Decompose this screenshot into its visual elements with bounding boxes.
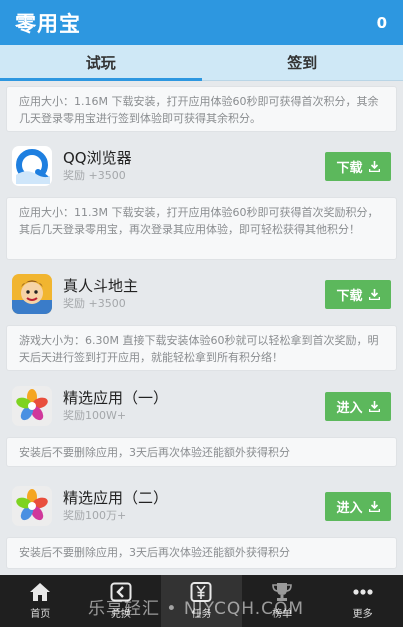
- enter-button[interactable]: 进入: [325, 391, 391, 421]
- bottom-nav: 首页 兑换 任务 榜单 更多: [0, 575, 403, 627]
- nav-task[interactable]: 任务: [161, 575, 242, 627]
- list-item: QQ浏览器 奖励 +3500 下载: [6, 141, 397, 191]
- item-name: 真人斗地主: [63, 277, 139, 295]
- trophy-icon: [272, 583, 292, 601]
- list-item: 真人斗地主 奖励 +3500 下载: [6, 269, 397, 319]
- nav-exchange[interactable]: 兑换: [81, 575, 162, 627]
- app-title: 零用宝: [15, 11, 81, 36]
- item-description: 应用大小：1.16M 下载安装，打开应用体验60秒即可获得首次积分，其余几天登录…: [6, 86, 397, 132]
- button-label: 进入: [336, 400, 363, 416]
- item-description: 应用大小：11.3M 下载安装，打开应用体验60秒即可获得首次奖励积分，其后几天…: [6, 197, 397, 260]
- download-icon: [368, 500, 380, 512]
- flower-icon: [12, 386, 52, 426]
- item-reward: 奖励 +3500: [63, 169, 126, 182]
- download-icon: [368, 160, 380, 172]
- item-reward: 奖励 +3500: [63, 297, 126, 310]
- item-name: 精选应用（一）: [63, 389, 169, 407]
- more-icon: [353, 589, 373, 595]
- tab-checkin[interactable]: 签到: [202, 45, 403, 80]
- list-item: 精选应用（二） 奖励100万+ 进入: [6, 481, 397, 531]
- download-button[interactable]: 下载: [325, 279, 391, 309]
- landlord-game-icon: [12, 274, 52, 314]
- download-button[interactable]: 下载: [325, 151, 391, 181]
- nav-label: 更多: [352, 609, 373, 620]
- enter-button[interactable]: 进入: [325, 491, 391, 521]
- tab-trial[interactable]: 试玩: [0, 45, 202, 81]
- exchange-icon: [110, 582, 132, 602]
- points-count: 0: [376, 13, 387, 32]
- button-label: 下载: [336, 288, 363, 304]
- nav-label: 榜单: [272, 609, 293, 620]
- nav-label: 首页: [30, 609, 51, 620]
- qq-browser-icon: [12, 146, 52, 186]
- item-reward: 奖励100万+: [63, 509, 127, 522]
- item-name: 精选应用（二）: [63, 489, 169, 507]
- nav-label: 兑换: [110, 609, 131, 620]
- item-description: 游戏大小为：6.30M 直接下载安装体验60秒就可以轻松拿到首次奖励，明天后天进…: [6, 325, 397, 371]
- button-label: 进入: [336, 500, 363, 516]
- tab-bar: 试玩 签到: [0, 45, 403, 81]
- task-icon: [190, 582, 212, 602]
- nav-ranking[interactable]: 榜单: [242, 575, 323, 627]
- download-icon: [368, 288, 380, 300]
- item-description: 安装后不要删除应用，3天后再次体验还能额外获得积分: [6, 537, 397, 569]
- flower-icon: [12, 486, 52, 526]
- item-description: 安装后不要删除应用，3天后再次体验还能额外获得积分: [6, 437, 397, 467]
- app-header: 零用宝 0: [0, 0, 403, 45]
- download-icon: [368, 400, 380, 412]
- button-label: 下载: [336, 160, 363, 176]
- item-name: QQ浏览器: [63, 149, 132, 167]
- list-item: 精选应用（一） 奖励100W+ 进入: [6, 381, 397, 431]
- task-list: 应用大小：1.16M 下载安装，打开应用体验60秒即可获得首次积分，其余几天登录…: [0, 82, 403, 575]
- home-icon: [30, 583, 51, 601]
- nav-more[interactable]: 更多: [322, 575, 403, 627]
- item-reward: 奖励100W+: [63, 409, 127, 422]
- nav-label: 任务: [191, 609, 212, 620]
- nav-home[interactable]: 首页: [0, 575, 81, 627]
